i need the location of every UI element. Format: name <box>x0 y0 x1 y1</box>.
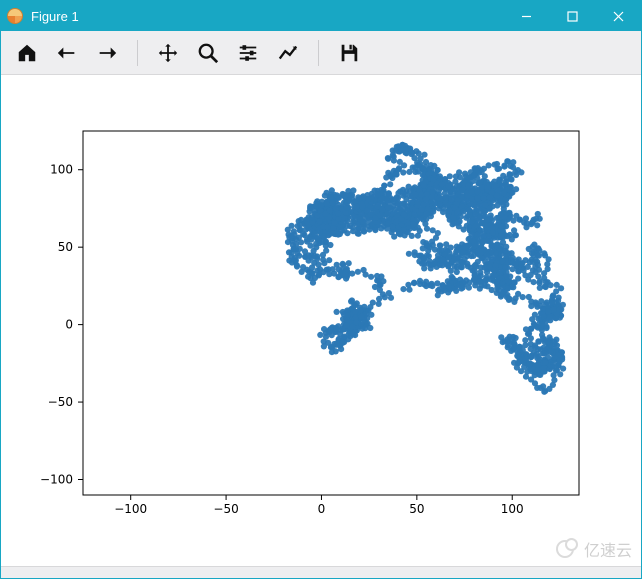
move-icon <box>157 42 179 64</box>
svg-text:100: 100 <box>50 163 73 177</box>
forward-button[interactable] <box>89 36 125 70</box>
svg-text:−50: −50 <box>213 502 238 516</box>
toolbar <box>1 31 641 75</box>
zoom-button[interactable] <box>190 36 226 70</box>
maximize-icon <box>567 11 578 22</box>
search-icon <box>197 42 219 64</box>
save-button[interactable] <box>331 36 367 70</box>
scatter-plot: −100 −50 0 50 100 −100 −50 0 50 100 <box>1 75 641 555</box>
close-icon <box>613 11 624 22</box>
svg-text:0: 0 <box>65 318 73 332</box>
arrow-left-icon <box>56 42 78 64</box>
chart-line-icon <box>277 42 299 64</box>
status-bar <box>1 566 641 578</box>
toolbar-separator <box>318 40 319 66</box>
sliders-icon <box>237 42 259 64</box>
maximize-button[interactable] <box>549 1 595 31</box>
home-button[interactable] <box>9 36 45 70</box>
app-icon <box>7 8 23 24</box>
toolbar-separator <box>137 40 138 66</box>
app-window: Figure 1 <box>0 0 642 579</box>
titlebar: Figure 1 <box>1 1 641 31</box>
svg-text:0: 0 <box>318 502 326 516</box>
back-button[interactable] <box>49 36 85 70</box>
window-title: Figure 1 <box>31 9 79 24</box>
edit-axes-button[interactable] <box>270 36 306 70</box>
svg-text:−100: −100 <box>40 473 73 487</box>
pan-button[interactable] <box>150 36 186 70</box>
svg-text:−50: −50 <box>48 395 73 409</box>
svg-text:−100: −100 <box>114 502 147 516</box>
plot-area[interactable]: −100 −50 0 50 100 −100 −50 0 50 100 <box>1 75 641 566</box>
minimize-button[interactable] <box>503 1 549 31</box>
configure-subplots-button[interactable] <box>230 36 266 70</box>
save-icon <box>338 42 360 64</box>
svg-text:100: 100 <box>501 502 524 516</box>
minimize-icon <box>521 11 532 22</box>
svg-text:50: 50 <box>58 240 73 254</box>
close-button[interactable] <box>595 1 641 31</box>
svg-text:50: 50 <box>409 502 424 516</box>
home-icon <box>16 42 38 64</box>
arrow-right-icon <box>96 42 118 64</box>
